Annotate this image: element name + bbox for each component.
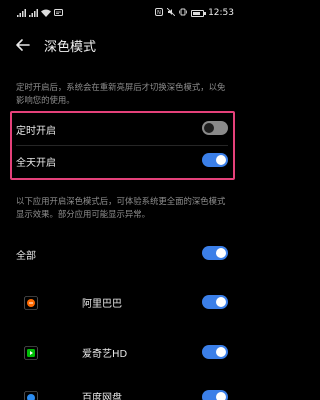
setting-label-scheduled: 定时开启 — [16, 126, 56, 137]
apps-description: 以下应用开启深色模式后，可体验系统更全面的深色模式显示效果。部分应用可能显示异常… — [16, 196, 226, 219]
app-row-baidu[interactable]: 百度网盘 — [0, 388, 244, 400]
app-row-iqiyi[interactable]: 爱奇艺HD — [0, 342, 244, 364]
back-arrow-icon[interactable] — [14, 36, 32, 54]
message-icon — [54, 9, 63, 19]
app-row-alibaba[interactable]: 阿里巴巴 — [0, 292, 244, 314]
header: 深色模式 — [0, 28, 244, 62]
setting-row-scheduled[interactable]: 定时开启 — [0, 118, 244, 142]
app-toggle-baidu[interactable] — [202, 390, 228, 400]
alibaba-icon — [24, 295, 38, 310]
app-name: 阿里巴巴 — [82, 299, 122, 310]
divider — [16, 145, 228, 146]
setting-row-allday[interactable]: 全天开启 — [0, 150, 244, 174]
scheduled-toggle[interactable] — [202, 121, 228, 135]
app-toggle-alibaba[interactable] — [202, 295, 228, 309]
svg-text:N: N — [157, 10, 161, 16]
schedule-description: 定时开启后，系统会在重新亮屏后才切换深色模式，以免影响您的使用。 — [16, 82, 226, 105]
baidu-netdisk-icon — [24, 390, 38, 400]
app-name: 爱奇艺HD — [82, 349, 128, 360]
page-title: 深色模式 — [44, 40, 97, 55]
vibrate-icon — [179, 8, 187, 18]
allday-toggle[interactable] — [202, 153, 228, 167]
all-apps-label: 全部 — [16, 251, 36, 262]
nfc-icon: N — [155, 8, 164, 18]
all-apps-row[interactable]: 全部 — [0, 244, 244, 266]
app-toggle-iqiyi[interactable] — [202, 345, 228, 359]
battery-icon — [191, 9, 207, 17]
wifi-icon — [41, 9, 51, 19]
iqiyi-icon — [24, 345, 38, 360]
setting-label-allday: 全天开启 — [16, 158, 56, 169]
all-apps-toggle[interactable] — [202, 246, 228, 260]
sim-signal-icon — [29, 9, 38, 19]
app-name: 百度网盘 — [82, 393, 122, 400]
mute-icon — [166, 7, 176, 18]
status-bar: N 12:53 — [0, 0, 244, 28]
status-time: 12:53 — [208, 8, 234, 18]
sim-signal-icon — [17, 9, 26, 19]
